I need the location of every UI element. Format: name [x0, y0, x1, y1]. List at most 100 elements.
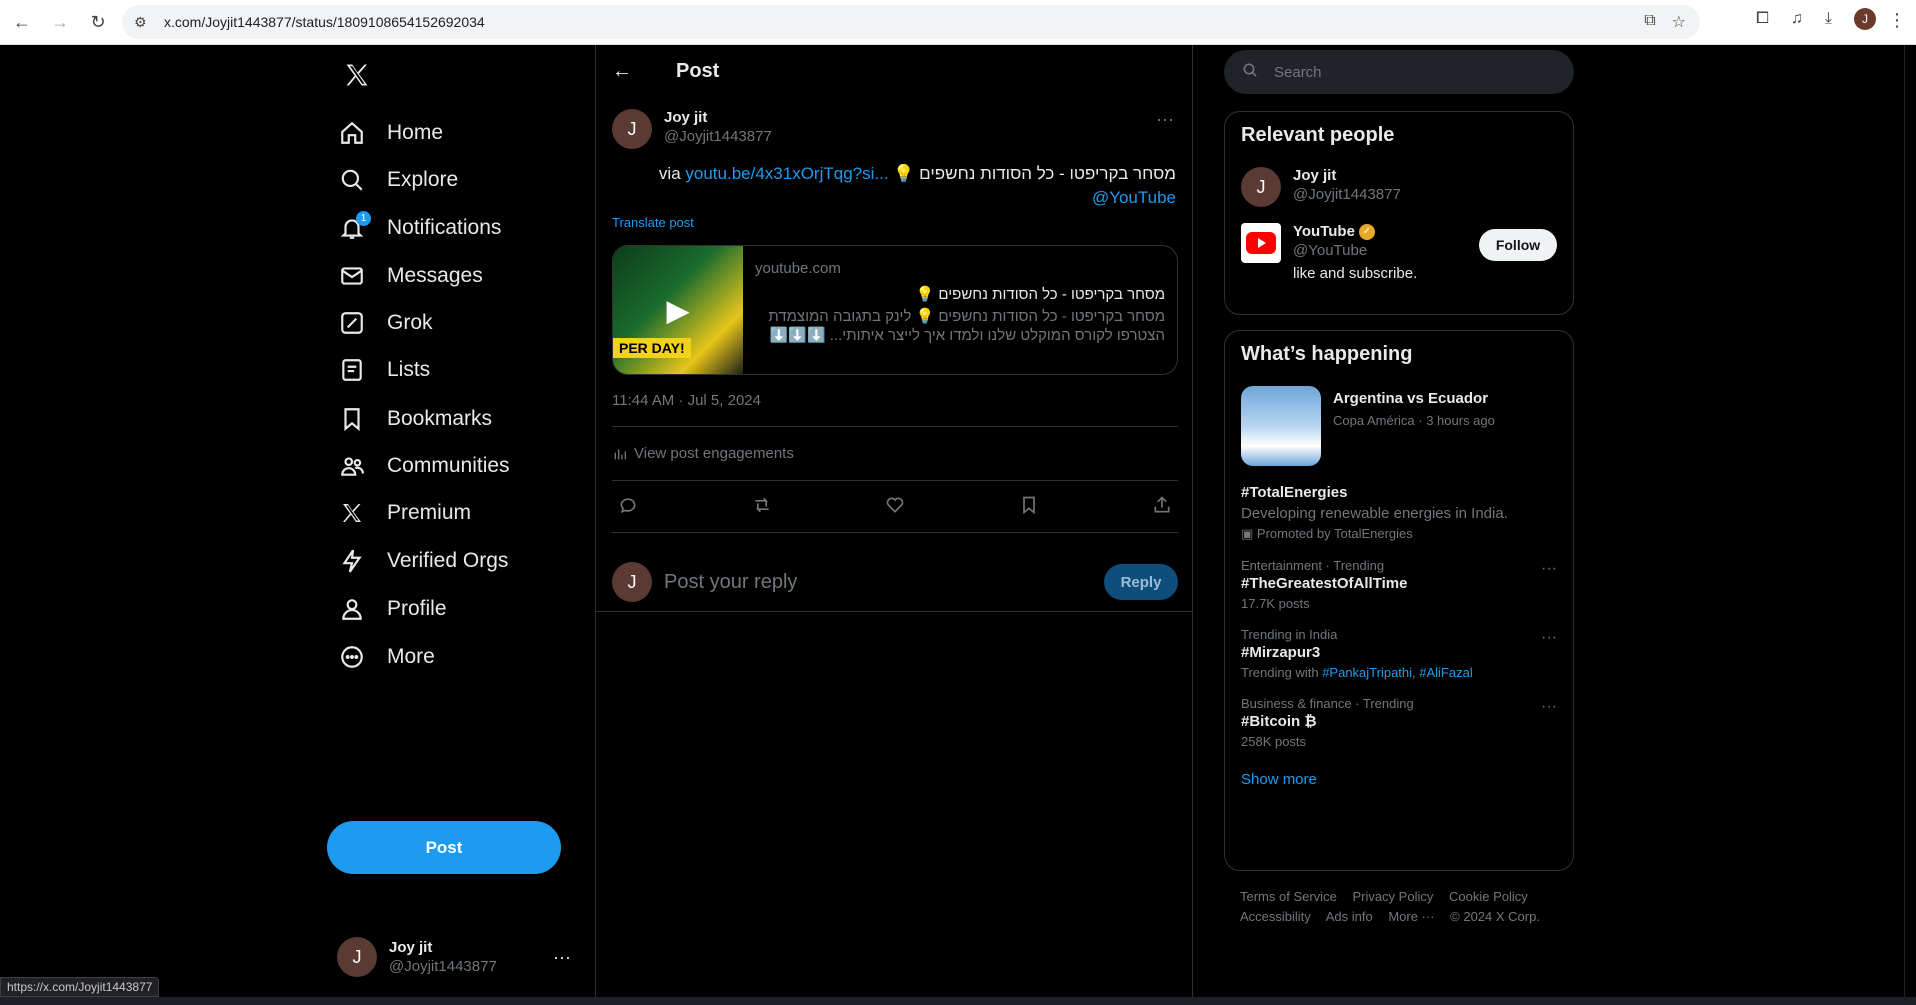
- person-handle[interactable]: @YouTube: [1293, 242, 1417, 259]
- footer-links: Terms of Service Privacy Policy Cookie P…: [1240, 887, 1570, 927]
- address-bar[interactable]: ⚙ x.com/Joyjit1443877/status/18091086541…: [122, 5, 1700, 39]
- list-icon: [337, 355, 367, 385]
- back-arrow-icon[interactable]: ←: [6, 6, 38, 38]
- video-thumbnail[interactable]: ▶ PER DAY!: [613, 246, 743, 374]
- search-input[interactable]: [1274, 63, 1534, 81]
- footer-link[interactable]: Privacy Policy: [1352, 889, 1433, 904]
- post-button[interactable]: Post: [327, 821, 561, 874]
- person-joyjit[interactable]: J Joy jit @Joyjit1443877: [1225, 159, 1573, 215]
- footer-link[interactable]: More ···: [1388, 909, 1434, 924]
- reply-icon[interactable]: [618, 495, 638, 520]
- star-icon[interactable]: ☆: [1672, 12, 1686, 32]
- extensions-icon[interactable]: ⧠: [1756, 10, 1769, 28]
- nav-verified-orgs[interactable]: Verified Orgs: [337, 536, 508, 586]
- trend-item[interactable]: Business & finance · Trending #Bitcoin ₿…: [1225, 688, 1573, 757]
- trend-with-label: Trending with: [1241, 665, 1319, 680]
- nav-communities[interactable]: Communities: [337, 441, 510, 491]
- follow-button[interactable]: Follow: [1479, 229, 1557, 261]
- panel-title: What’s happening: [1241, 343, 1413, 365]
- nav-label: Verified Orgs: [387, 549, 509, 572]
- nav-more[interactable]: More: [337, 632, 435, 682]
- show-more-link[interactable]: Show more: [1225, 757, 1573, 806]
- browser-menu-icon[interactable]: ⋮: [1888, 10, 1906, 31]
- author-handle[interactable]: @Joyjit1443877: [664, 128, 772, 145]
- site-info-icon[interactable]: ⚙: [134, 14, 154, 31]
- share-icon[interactable]: [1152, 495, 1172, 520]
- play-icon[interactable]: ▶: [666, 294, 689, 329]
- trend-with-links[interactable]: #PankajTripathi, #AliFazal: [1322, 665, 1473, 680]
- post-author[interactable]: J Joy jit @Joyjit1443877: [612, 109, 772, 149]
- nav-messages[interactable]: Messages: [337, 251, 483, 301]
- person-handle[interactable]: @Joyjit1443877: [1293, 186, 1401, 203]
- more-dots-icon[interactable]: ···: [1156, 109, 1174, 130]
- search-box[interactable]: [1224, 50, 1574, 94]
- footer-link[interactable]: Ads info: [1326, 909, 1373, 924]
- nav-label: Explore: [387, 168, 459, 191]
- link-card[interactable]: ▶ PER DAY! youtube.com מסחר בקריפטו - כל…: [612, 245, 1178, 375]
- footer-link[interactable]: Accessibility: [1240, 909, 1311, 924]
- more-dots-icon[interactable]: ···: [553, 947, 571, 968]
- account-switcher[interactable]: J Joy jit @Joyjit1443877 ···: [337, 929, 571, 985]
- more-dots-icon[interactable]: ···: [1541, 560, 1557, 578]
- youtube-logo-icon[interactable]: [1241, 223, 1281, 263]
- person-youtube[interactable]: YouTube ✓ @YouTube like and subscribe. Fo…: [1225, 215, 1573, 290]
- media-icon[interactable]: ♫: [1791, 10, 1803, 28]
- bookmark-icon[interactable]: [1019, 495, 1039, 520]
- nav-explore[interactable]: Explore: [337, 155, 458, 205]
- more-dots-icon[interactable]: ···: [1541, 629, 1557, 647]
- nav-lists[interactable]: Lists: [337, 345, 430, 395]
- like-icon[interactable]: [885, 495, 905, 520]
- reply-composer: J Post your reply Reply: [612, 546, 1178, 618]
- back-arrow-icon[interactable]: ←: [612, 60, 646, 83]
- trend-with: Trending with #PankajTripathi, #AliFazal: [1241, 665, 1557, 680]
- translate-post-link[interactable]: Translate post: [612, 215, 694, 230]
- divider: [612, 480, 1178, 481]
- trend-item[interactable]: Entertainment · Trending #TheGreatestOfA…: [1225, 550, 1573, 619]
- nav-premium[interactable]: Premium: [337, 488, 471, 538]
- x-logo-icon[interactable]: [337, 55, 377, 95]
- relevant-people-panel: Relevant people J Joy jit @Joyjit1443877…: [1224, 111, 1574, 315]
- person-bio: like and subscribe.: [1293, 265, 1418, 282]
- address-url[interactable]: x.com/Joyjit1443877/status/1809108654152…: [164, 14, 485, 30]
- footer-link[interactable]: Cookie Policy: [1449, 889, 1528, 904]
- engagements-label: View post engagements: [634, 445, 794, 462]
- post-link[interactable]: youtu.be/4x31xOrjTqg?si...: [685, 164, 888, 183]
- divider: [612, 532, 1178, 533]
- repost-icon[interactable]: [752, 495, 772, 520]
- trend-meta: Copa América · 3 hours ago: [1333, 413, 1495, 428]
- more-dots-icon[interactable]: ···: [1541, 698, 1557, 716]
- reload-icon[interactable]: ↻: [82, 6, 114, 38]
- download-icon[interactable]: ⤓: [1825, 10, 1832, 28]
- post-via: via: [658, 164, 681, 183]
- reply-button[interactable]: Reply: [1104, 564, 1178, 600]
- footer-link[interactable]: Terms of Service: [1240, 889, 1337, 904]
- author-name[interactable]: Joy jit: [664, 109, 772, 126]
- view-engagements-link[interactable]: View post engagements: [612, 445, 794, 462]
- avatar[interactable]: J: [1241, 167, 1281, 207]
- avatar[interactable]: J: [612, 109, 652, 149]
- person-name[interactable]: YouTube: [1293, 223, 1355, 240]
- whats-happening-panel: What’s happening Argentina vs Ecuador Co…: [1224, 330, 1574, 871]
- trend-image[interactable]: [1241, 386, 1321, 466]
- install-icon[interactable]: ⧉: [1644, 12, 1655, 32]
- post-timestamp[interactable]: 11:44 AM · Jul 5, 2024: [612, 392, 761, 409]
- mention-link[interactable]: @YouTube: [1092, 188, 1176, 207]
- scrollbar[interactable]: [1904, 45, 1916, 1000]
- promoted-trend[interactable]: #TotalEnergies Developing renewable ener…: [1225, 474, 1573, 550]
- nav-home[interactable]: Home: [337, 108, 443, 158]
- promoted-label: Promoted by TotalEnergies: [1256, 526, 1413, 541]
- reply-input[interactable]: Post your reply: [664, 571, 797, 594]
- nav-profile[interactable]: Profile: [337, 584, 447, 634]
- card-domain: youtube.com: [755, 260, 841, 277]
- nav-notifications[interactable]: 1 Notifications: [337, 203, 501, 253]
- profile-avatar[interactable]: J: [1854, 8, 1876, 30]
- trend-item[interactable]: Trending in India #Mirzapur3 Trending wi…: [1225, 619, 1573, 688]
- nav-grok[interactable]: Grok: [337, 298, 433, 348]
- account-name: Joy jit: [389, 939, 433, 956]
- trend-meta: Business & finance · Trending: [1241, 696, 1414, 711]
- trend-feature[interactable]: Argentina vs Ecuador Copa América · 3 ho…: [1225, 378, 1573, 474]
- search-icon: [337, 165, 367, 195]
- person-name[interactable]: Joy jit: [1293, 167, 1401, 184]
- forward-arrow-icon[interactable]: →: [44, 6, 76, 38]
- nav-bookmarks[interactable]: Bookmarks: [337, 394, 492, 444]
